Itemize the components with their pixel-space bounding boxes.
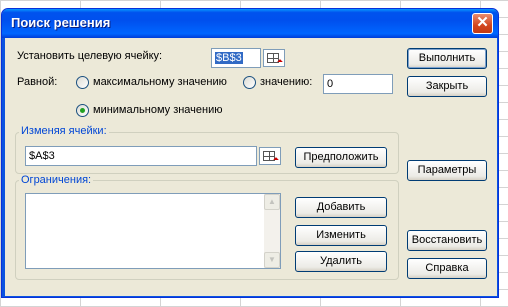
constraints-scrollbar[interactable]: ▲ ▼	[264, 194, 280, 268]
solver-dialog: Поиск решения ✕ Установить целевую ячейк…	[1, 8, 499, 298]
delete-constraint-button[interactable]: Удалить	[295, 251, 387, 272]
radio-max[interactable]	[76, 76, 89, 89]
radio-selected-dot	[80, 108, 85, 113]
radio-max-label[interactable]: максимальному значению	[93, 76, 227, 88]
collapse-dialog-icon[interactable]	[263, 49, 285, 67]
target-cell-value: $B$3	[215, 52, 243, 64]
changing-cells-label: Изменяя ячейки:	[19, 125, 109, 137]
equal-to-label: Равной:	[17, 76, 58, 88]
red-arrow-icon	[273, 157, 279, 163]
changing-cells-input[interactable]: $A$3	[25, 146, 257, 166]
target-cell-input[interactable]: $B$3	[211, 48, 261, 68]
close-button[interactable]: Закрыть	[407, 76, 487, 97]
options-button[interactable]: Параметры	[407, 160, 487, 181]
reset-button[interactable]: Восстановить	[407, 230, 487, 251]
radio-value-label[interactable]: значению:	[260, 76, 312, 88]
radio-value[interactable]	[243, 76, 256, 89]
constraints-label: Ограничения:	[19, 174, 94, 186]
dialog-title: Поиск решения	[11, 15, 111, 30]
close-icon[interactable]: ✕	[472, 13, 493, 34]
changing-cells-collapse-icon[interactable]	[259, 147, 281, 165]
value-input[interactable]: 0	[323, 74, 393, 94]
constraints-list[interactable]: ▲ ▼	[25, 193, 281, 269]
scroll-up-icon[interactable]: ▲	[264, 194, 280, 210]
scroll-down-icon[interactable]: ▼	[264, 252, 280, 268]
add-constraint-button[interactable]: Добавить	[295, 197, 387, 218]
help-button[interactable]: Справка	[407, 258, 487, 279]
radio-min[interactable]	[76, 104, 89, 117]
radio-min-label[interactable]: минимальному значению	[93, 104, 223, 116]
target-cell-label: Установить целевую ячейку:	[17, 50, 163, 62]
change-constraint-button[interactable]: Изменить	[295, 225, 387, 246]
title-bar[interactable]: Поиск решения ✕	[2, 9, 498, 38]
dialog-body: Установить целевую ячейку: $B$3 Равной: …	[5, 38, 497, 296]
solve-button[interactable]: Выполнить	[407, 48, 487, 69]
red-arrow-icon	[277, 59, 283, 65]
guess-button[interactable]: Предположить	[295, 147, 387, 168]
